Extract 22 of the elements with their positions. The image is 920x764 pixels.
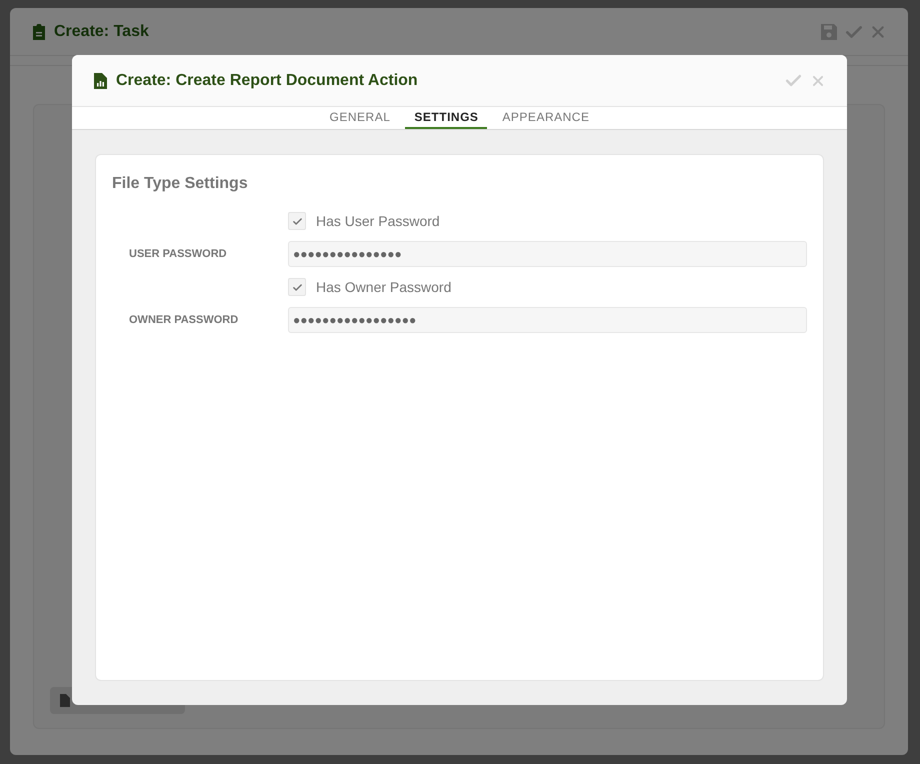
checkbox-label: Has Owner Password <box>316 278 452 296</box>
window-title: Create: Task <box>54 22 149 42</box>
password-field[interactable]: ●●●●●●●●●●●●●●● <box>288 241 807 267</box>
check-icon <box>292 216 302 226</box>
tab[interactable]: SETTINGS <box>405 107 488 129</box>
check-icon <box>292 282 302 292</box>
dialog-title: Create: Create Report Document Action <box>116 70 418 90</box>
clipboard-icon <box>32 24 46 40</box>
save-icon[interactable] <box>820 22 838 40</box>
password-field[interactable]: ●●●●●●●●●●●●●●●●● <box>288 307 807 333</box>
checkbox-label: Has User Password <box>316 212 440 230</box>
field-label: USER PASSWORD <box>128 246 228 262</box>
checkbox[interactable] <box>288 212 306 230</box>
tab[interactable]: GENERAL <box>320 107 400 129</box>
report-file-icon <box>94 72 107 88</box>
file-icon <box>60 694 70 707</box>
section-title: File Type Settings <box>112 174 249 194</box>
close-icon[interactable] <box>811 74 825 88</box>
tab[interactable]: APPEARANCE <box>493 107 598 129</box>
field-label: OWNER PASSWORD <box>128 312 240 328</box>
close-icon[interactable] <box>870 24 886 40</box>
checkbox[interactable] <box>288 278 306 296</box>
